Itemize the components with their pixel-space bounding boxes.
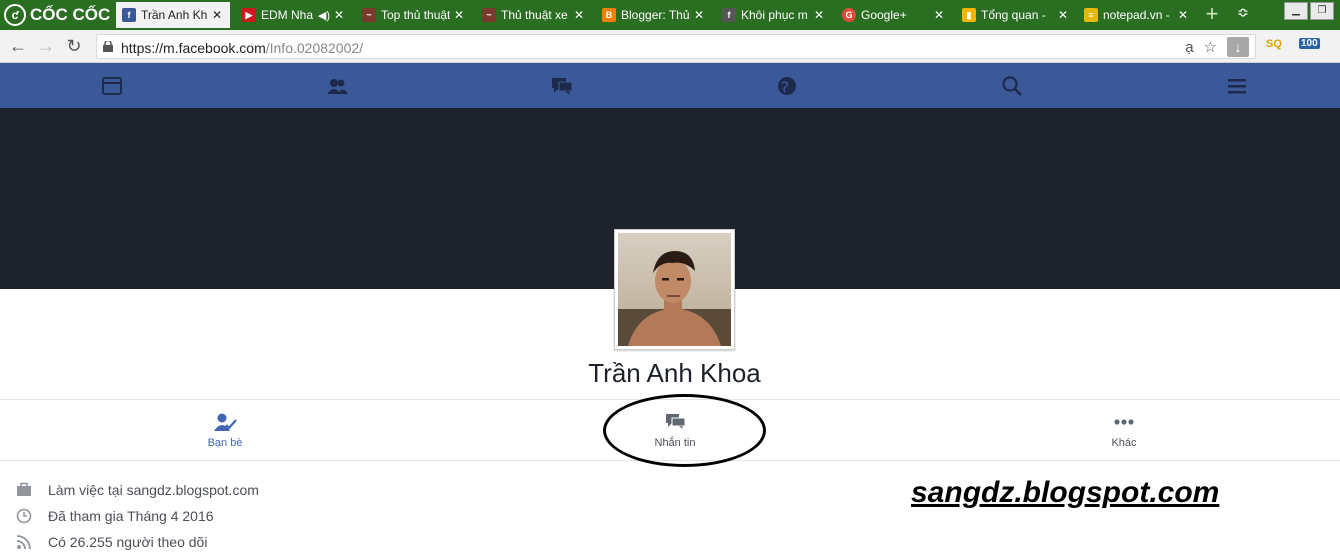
coccoc-logo[interactable]: ƈ CỐC CỐC (0, 0, 112, 30)
close-icon[interactable]: ✕ (212, 8, 224, 22)
close-icon[interactable]: ✕ (1178, 8, 1190, 22)
tab-title: Thủ thuật xe (501, 8, 568, 22)
close-icon[interactable]: ✕ (814, 8, 826, 22)
menu-icon[interactable] (1226, 75, 1248, 97)
friends-check-icon (214, 413, 237, 431)
coccoc-icon: ƈ (4, 4, 26, 26)
reload-button[interactable]: ↻ (64, 36, 84, 56)
close-icon[interactable]: ✕ (694, 8, 706, 22)
forward-button[interactable]: → (36, 36, 56, 56)
info-item-followers: Có 26.255 người theo dõi (16, 531, 616, 553)
tab-blogger[interactable]: B Blogger: Thủ ✕ (596, 2, 712, 28)
youtube-icon: ▶ (242, 8, 256, 22)
avatar (618, 233, 731, 346)
blog-icon: ~ (482, 8, 496, 22)
minimize-button[interactable]: ▁ (1284, 2, 1308, 20)
tab-title: Trần Anh Kh (141, 8, 208, 22)
brand-name: CỐC CỐC (30, 5, 111, 24)
profile-picture[interactable] (614, 229, 735, 350)
search-icon[interactable] (1001, 75, 1023, 97)
facebook-top-nav (0, 63, 1340, 108)
tab-analytics[interactable]: ▮ Tổng quan - ✕ (956, 2, 1076, 28)
tab-facebook-profile[interactable]: f Trần Anh Kh ✕ (116, 2, 230, 28)
tab-title: Google+ (861, 8, 907, 22)
translate-icon[interactable]: ạ (1185, 39, 1193, 56)
rss-icon (16, 535, 31, 550)
news-feed-icon[interactable] (101, 75, 123, 97)
notifications-globe-icon[interactable] (776, 75, 798, 97)
close-icon[interactable]: ✕ (1058, 8, 1070, 22)
friend-requests-icon[interactable] (326, 75, 348, 97)
more-icon (1114, 419, 1134, 425)
info-item-work: Làm việc tại sangdz.blogspot.com (16, 479, 616, 501)
window-controls: ▁ ❐ (1284, 2, 1334, 20)
url-text: https://m.facebook.com/Info.02082002/ (121, 40, 364, 56)
friends-label: Bạn bè (207, 437, 243, 449)
info-text: Đã tham gia Tháng 4 2016 (48, 508, 214, 524)
messages-icon[interactable] (551, 75, 573, 97)
tab-title: notepad.vn - (1103, 8, 1170, 22)
close-icon[interactable]: ✕ (934, 8, 946, 22)
back-button[interactable]: ← (8, 36, 28, 56)
annotation-circle (603, 394, 766, 467)
info-item-joined: Đã tham gia Tháng 4 2016 (16, 505, 616, 527)
tab-title: EDM Nha (261, 8, 314, 22)
briefcase-icon (17, 482, 31, 496)
url-input[interactable]: https://m.facebook.com/Info.02082002/ ạ … (96, 34, 1256, 59)
google-plus-icon: G (842, 8, 856, 22)
bookmark-star-icon[interactable]: ☆ (1204, 38, 1217, 56)
close-icon[interactable]: ✕ (454, 8, 466, 22)
tab-khoi-phuc[interactable]: f Khôi phục m ✕ (716, 2, 832, 28)
info-text: Làm việc tại sangdz.blogspot.com (48, 482, 259, 498)
tab-edm[interactable]: ▶ EDM Nha ◀) ✕ (236, 2, 352, 28)
tab-title: Khôi phục m (741, 8, 808, 22)
sq-extension-icon[interactable]: SQ (1266, 38, 1282, 50)
tab-title: Top thủ thuật (381, 8, 450, 22)
facebook-icon: f (722, 8, 736, 22)
tab-thu-thuat-xe[interactable]: ~ Thủ thuật xe ✕ (476, 2, 592, 28)
notepad-icon: ≡ (1084, 8, 1098, 22)
download-icon[interactable]: ↓ (1227, 37, 1249, 57)
new-tab-button[interactable]: + (1200, 3, 1224, 27)
tab-strip: ƈ CỐC CỐC f Trần Anh Kh ✕ ▶ EDM Nha ◀) ✕… (0, 0, 1340, 30)
address-bar: ← → ↻ https://m.facebook.com/Info.020820… (0, 30, 1340, 63)
lock-icon (103, 41, 113, 52)
extension-100-icon[interactable]: 100 (1299, 38, 1320, 49)
close-icon[interactable]: ✕ (334, 8, 346, 22)
tab-title: Tổng quan - (981, 8, 1046, 22)
more-label: Khác (1111, 437, 1137, 449)
maximize-button[interactable]: ❐ (1310, 2, 1334, 20)
tab-top-thu-thuat[interactable]: ~ Top thủ thuật ✕ (356, 2, 472, 28)
blogger-icon: B (602, 8, 616, 22)
tab-notepad[interactable]: ≡ notepad.vn - ✕ (1078, 2, 1196, 28)
blog-icon: ~ (362, 8, 376, 22)
close-icon[interactable]: ✕ (574, 8, 586, 22)
tab-google-plus[interactable]: G Google+ ✕ (836, 2, 952, 28)
analytics-icon: ▮ (962, 8, 976, 22)
browser-menu-icon[interactable]: ≎ (1234, 4, 1252, 24)
watermark-text: sangdz.blogspot.com (911, 476, 1220, 509)
friends-button[interactable]: Bạn bè (155, 400, 295, 460)
speaker-icon[interactable]: ◀) (318, 9, 330, 22)
profile-name: Trần Anh Khoa (588, 358, 761, 388)
tab-title: Blogger: Thủ (621, 8, 690, 22)
info-text: Có 26.255 người theo dõi (48, 534, 208, 550)
facebook-icon: f (122, 8, 136, 22)
clock-icon (16, 508, 32, 524)
more-button[interactable]: Khác (1054, 400, 1194, 460)
